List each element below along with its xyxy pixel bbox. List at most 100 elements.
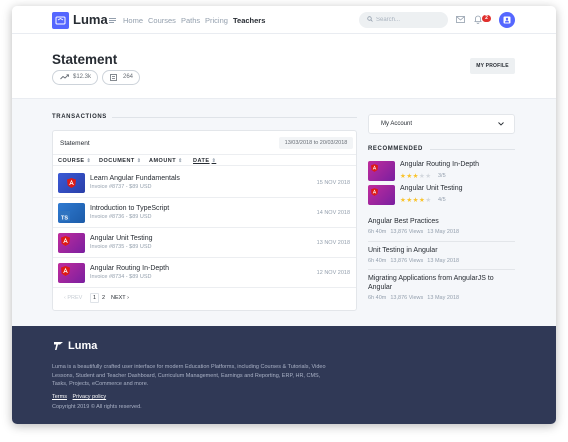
- divider: [112, 117, 357, 118]
- prev-page[interactable]: ‹ PREV: [64, 295, 82, 301]
- row-date: 14 NOV 2018: [316, 210, 350, 216]
- user-icon: [503, 16, 511, 24]
- count-chip: 264: [102, 70, 140, 85]
- search-box[interactable]: [359, 12, 448, 28]
- chevron-down-icon: [498, 122, 504, 126]
- recommended-item[interactable]: Angular Unit Testing ★★★★★ 4/5: [368, 185, 515, 205]
- angular-icon: [61, 236, 70, 246]
- row-date: 13 NOV 2018: [316, 240, 350, 246]
- footer-links: Terms Privacy policy: [52, 394, 110, 400]
- course-thumbnail: [58, 263, 85, 283]
- footer-description: Luma is a beautifully crafted user inter…: [52, 364, 326, 387]
- angular-icon: [371, 188, 378, 196]
- rating-value: 4/5: [438, 197, 446, 203]
- col-amount[interactable]: AMOUNT ⇕: [149, 158, 183, 164]
- row-invoice: Invoice #8736 - $89 USD: [90, 214, 152, 220]
- search-icon: [367, 16, 373, 22]
- course-thumbnail: TS: [58, 203, 85, 223]
- col-document[interactable]: DOCUMENT ⇕: [99, 158, 141, 164]
- menu-icon[interactable]: [109, 18, 116, 23]
- luma-logo-icon: [54, 342, 63, 350]
- transactions-label: TRANSACTIONS: [52, 114, 107, 120]
- earnings-chip: $12.3k: [52, 70, 98, 85]
- page-header: Statement $12.3k 264 MY PROFILE: [12, 34, 556, 99]
- date-range[interactable]: 13/03/2018 to 20/03/2018: [279, 137, 353, 149]
- nav-courses[interactable]: Courses: [148, 16, 176, 25]
- course-meta: 6h 40m 13,876 Views 13 May 2018: [368, 295, 460, 301]
- nav-paths[interactable]: Paths: [181, 16, 200, 25]
- col-date[interactable]: DATE ⇕: [193, 158, 216, 164]
- typescript-icon: TS: [60, 211, 70, 221]
- receipt-icon: [110, 74, 117, 81]
- earnings-value: $12.3k: [73, 74, 92, 80]
- nav-home[interactable]: Home: [123, 16, 143, 25]
- table-row[interactable]: Angular Unit Testing Invoice #8735 - $89…: [53, 228, 356, 258]
- course-thumbnail: [58, 173, 85, 193]
- divider: [368, 241, 515, 242]
- course-item[interactable]: Migrating Applications from AngularJS to…: [368, 274, 515, 301]
- nav-pricing[interactable]: Pricing: [205, 16, 228, 25]
- table-header: COURSE ⇕ DOCUMENT ⇕ AMOUNT ⇕ DATE ⇕: [53, 154, 356, 166]
- page-1[interactable]: 1: [90, 293, 100, 303]
- col-course[interactable]: COURSE ⇕: [58, 158, 91, 164]
- row-invoice: Invoice #8734 - $89 USD: [90, 274, 152, 280]
- bell-icon[interactable]: [474, 15, 482, 24]
- nav-teachers[interactable]: Teachers: [233, 16, 265, 25]
- row-title[interactable]: Introduction to TypeScript: [90, 205, 169, 212]
- course-title[interactable]: Migrating Applications from AngularJS to…: [368, 274, 515, 292]
- angular-icon: [371, 164, 378, 172]
- mail-icon[interactable]: [456, 16, 465, 23]
- course-thumbnail: [368, 185, 395, 205]
- course-title[interactable]: Unit Testing in Angular: [368, 246, 515, 255]
- table-row[interactable]: TS Introduction to TypeScript Invoice #8…: [53, 198, 356, 228]
- page-2[interactable]: 2: [102, 295, 105, 301]
- account-select-label: My Account: [381, 121, 413, 127]
- navbar: Luma Home Courses Paths Pricing Teachers…: [12, 6, 556, 34]
- star-rating: ★★★★★: [400, 173, 432, 180]
- course-meta: 6h 40m 13,876 Views 13 May 2018: [368, 258, 460, 264]
- svg-text:TS: TS: [61, 216, 68, 222]
- table-row[interactable]: Angular Routing In-Depth Invoice #8734 -…: [53, 258, 356, 288]
- angular-icon: [67, 178, 76, 188]
- row-invoice: Invoice #8735 - $89 USD: [90, 244, 152, 250]
- logo-icon: [55, 16, 66, 25]
- recommended-item[interactable]: Angular Routing In-Depth ★★★★★ 3/5: [368, 161, 515, 181]
- course-item[interactable]: Unit Testing in Angular 6h 40m 13,876 Vie…: [368, 246, 515, 264]
- terms-link[interactable]: Terms: [52, 394, 67, 400]
- transactions-card: Statement 13/03/2018 to 20/03/2018 COURS…: [52, 130, 357, 311]
- privacy-link[interactable]: Privacy policy: [73, 394, 107, 400]
- course-item[interactable]: Angular Best Practices 6h 40m 13,876 View…: [368, 217, 515, 235]
- footer: Luma Luma is a beautifully crafted user …: [12, 326, 556, 424]
- divider: [368, 269, 515, 270]
- course-thumbnail: [368, 161, 395, 181]
- row-title[interactable]: Angular Unit Testing: [90, 235, 153, 242]
- brand-name[interactable]: Luma: [73, 12, 108, 27]
- account-select[interactable]: My Account: [368, 114, 515, 134]
- my-profile-button[interactable]: MY PROFILE: [470, 58, 515, 74]
- recommended-label: RECOMMENDED: [368, 146, 423, 152]
- search-input[interactable]: [376, 15, 442, 25]
- next-page[interactable]: NEXT ›: [111, 295, 129, 301]
- recommended-title[interactable]: Angular Routing In-Depth: [400, 161, 479, 168]
- row-title[interactable]: Learn Angular Fundamentals: [90, 175, 180, 182]
- table-row[interactable]: Learn Angular Fundamentals Invoice #8737…: [53, 168, 356, 198]
- app-window: Luma Home Courses Paths Pricing Teachers…: [12, 6, 556, 424]
- row-title[interactable]: Angular Routing In-Depth: [90, 265, 169, 272]
- divider: [430, 149, 515, 150]
- angular-icon: [61, 266, 70, 276]
- page-title: Statement: [52, 52, 118, 67]
- recommended-title[interactable]: Angular Unit Testing: [400, 185, 463, 192]
- count-value: 264: [123, 74, 134, 80]
- trending-up-icon: [60, 74, 69, 80]
- row-invoice: Invoice #8737 - $89 USD: [90, 184, 152, 190]
- course-thumbnail: [58, 233, 85, 253]
- row-date: 12 NOV 2018: [316, 270, 350, 276]
- notification-badge: 2: [482, 15, 491, 22]
- luma-logo[interactable]: [52, 12, 69, 29]
- copyright: Copyright 2019 © All rights reserved.: [52, 404, 142, 410]
- course-title[interactable]: Angular Best Practices: [368, 217, 515, 226]
- row-date: 15 NOV 2018: [316, 180, 350, 186]
- rating-value: 3/5: [438, 173, 446, 179]
- avatar[interactable]: [499, 12, 515, 28]
- footer-brand: Luma: [68, 340, 98, 352]
